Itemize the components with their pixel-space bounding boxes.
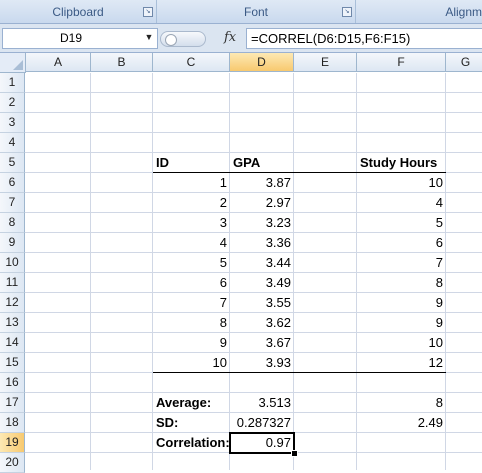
fill-handle[interactable] xyxy=(291,450,298,457)
table-cell-gpa[interactable]: 3.93 xyxy=(230,353,294,373)
table-cell-id[interactable]: 3 xyxy=(153,213,230,233)
grid-line xyxy=(25,112,482,113)
ribbon-group-font: Font ↘ xyxy=(157,0,356,23)
insert-function-icon[interactable]: fx xyxy=(224,30,236,45)
grid-line xyxy=(25,132,482,133)
row-header-18[interactable]: 18 xyxy=(0,413,25,433)
grid-line xyxy=(25,92,482,93)
table-cell-id[interactable]: 10 xyxy=(153,353,230,373)
row-header-6[interactable]: 6 xyxy=(0,173,25,193)
row-header-17[interactable]: 17 xyxy=(0,393,25,413)
row-header-2[interactable]: 2 xyxy=(0,93,25,113)
circle-icon xyxy=(165,34,177,46)
dialog-launcher-icon[interactable]: ↘ xyxy=(342,7,352,17)
name-box-value: D19 xyxy=(59,31,82,45)
sd-study[interactable]: 2.49 xyxy=(357,413,446,433)
table-cell-id[interactable]: 5 xyxy=(153,253,230,273)
table-cell-gpa[interactable]: 2.97 xyxy=(230,193,294,213)
ribbon-group-clipboard: Clipboard ↘ xyxy=(0,0,157,23)
column-header-f[interactable]: F xyxy=(357,53,446,72)
table-cell-gpa[interactable]: 3.36 xyxy=(230,233,294,253)
row-header-12[interactable]: 12 xyxy=(0,293,25,313)
table-cell-gpa[interactable]: 3.62 xyxy=(230,313,294,333)
table-cell-gpa[interactable]: 3.23 xyxy=(230,213,294,233)
ribbon-group-alignment: Alignm xyxy=(356,0,482,23)
table-cell-study[interactable]: 5 xyxy=(357,213,446,233)
table-cell-study[interactable]: 8 xyxy=(357,273,446,293)
column-header-d[interactable]: D xyxy=(230,53,294,72)
row-header-5[interactable]: 5 xyxy=(0,153,25,173)
column-header-e[interactable]: E xyxy=(294,53,357,72)
table-cell-study[interactable]: 9 xyxy=(357,313,446,333)
row-header-19[interactable]: 19 xyxy=(0,433,25,453)
row-header-4[interactable]: 4 xyxy=(0,133,25,153)
average-study[interactable]: 8 xyxy=(357,393,446,413)
correlation-label[interactable]: Correlation: xyxy=(153,433,230,453)
name-box[interactable]: D19 ▼ xyxy=(2,28,158,49)
row-header-10[interactable]: 10 xyxy=(0,253,25,273)
table-cell-gpa[interactable]: 3.44 xyxy=(230,253,294,273)
header-gpa[interactable]: GPA xyxy=(230,153,294,173)
table-cell-study[interactable]: 12 xyxy=(357,353,446,373)
average-gpa[interactable]: 3.513 xyxy=(230,393,294,413)
table-cell-gpa[interactable]: 3.87 xyxy=(230,173,294,193)
column-header-a[interactable]: A xyxy=(26,53,91,72)
ribbon-group-bar: Clipboard ↘ Font ↘ Alignm xyxy=(0,0,482,24)
formula-input[interactable]: =CORREL(D6:D15,F6:F15) xyxy=(246,28,482,49)
font-group-label: Font xyxy=(243,5,268,19)
row-header-20[interactable]: 20 xyxy=(0,453,25,473)
table-cell-id[interactable]: 1 xyxy=(153,173,230,193)
table-cell-study[interactable]: 10 xyxy=(357,173,446,193)
column-header-g[interactable]: G xyxy=(446,53,482,72)
clipboard-group-label: Clipboard xyxy=(52,5,104,19)
table-cell-id[interactable]: 2 xyxy=(153,193,230,213)
row-header-9[interactable]: 9 xyxy=(0,233,25,253)
select-all-triangle-icon xyxy=(13,60,23,70)
table-cell-study[interactable]: 7 xyxy=(357,253,446,273)
select-all-button[interactable] xyxy=(0,53,26,73)
table-cell-id[interactable]: 8 xyxy=(153,313,230,333)
formula-bar-resize-handle[interactable] xyxy=(160,31,206,47)
row-header-13[interactable]: 13 xyxy=(0,313,25,333)
row-header-15[interactable]: 15 xyxy=(0,353,25,373)
row-header-1[interactable]: 1 xyxy=(0,73,25,93)
row-header-14[interactable]: 14 xyxy=(0,333,25,353)
table-cell-id[interactable]: 6 xyxy=(153,273,230,293)
row-header-3[interactable]: 3 xyxy=(0,113,25,133)
table-cell-id[interactable]: 7 xyxy=(153,293,230,313)
alignment-group-label: Alignm xyxy=(445,5,482,19)
table-cell-gpa[interactable]: 3.49 xyxy=(230,273,294,293)
column-header-c[interactable]: C xyxy=(153,53,230,72)
active-cell-border xyxy=(229,432,295,454)
row-header-8[interactable]: 8 xyxy=(0,213,25,233)
column-header-b[interactable]: B xyxy=(91,53,153,72)
formula-text: =CORREL(D6:D15,F6:F15) xyxy=(251,31,411,46)
table-cell-id[interactable]: 9 xyxy=(153,333,230,353)
row-header-7[interactable]: 7 xyxy=(0,193,25,213)
table-cell-study[interactable]: 4 xyxy=(357,193,446,213)
average-label[interactable]: Average: xyxy=(153,393,230,413)
table-cell-gpa[interactable]: 3.55 xyxy=(230,293,294,313)
row-header-11[interactable]: 11 xyxy=(0,273,25,293)
sd-label[interactable]: SD: xyxy=(153,413,230,433)
sd-gpa[interactable]: 0.287327 xyxy=(230,413,294,433)
table-cell-gpa[interactable]: 3.67 xyxy=(230,333,294,353)
table-cell-study[interactable]: 9 xyxy=(357,293,446,313)
row-header-16[interactable]: 16 xyxy=(0,373,25,393)
header-id[interactable]: ID xyxy=(153,153,230,173)
table-cell-study[interactable]: 10 xyxy=(357,333,446,353)
table-cell-id[interactable]: 4 xyxy=(153,233,230,253)
table-cell-study[interactable]: 6 xyxy=(357,233,446,253)
chevron-down-icon[interactable]: ▼ xyxy=(143,32,155,44)
formula-bar: D19 ▼ fx =CORREL(D6:D15,F6:F15) xyxy=(0,24,482,53)
header-study-hours[interactable]: Study Hours xyxy=(357,153,446,173)
dialog-launcher-icon[interactable]: ↘ xyxy=(143,7,153,17)
